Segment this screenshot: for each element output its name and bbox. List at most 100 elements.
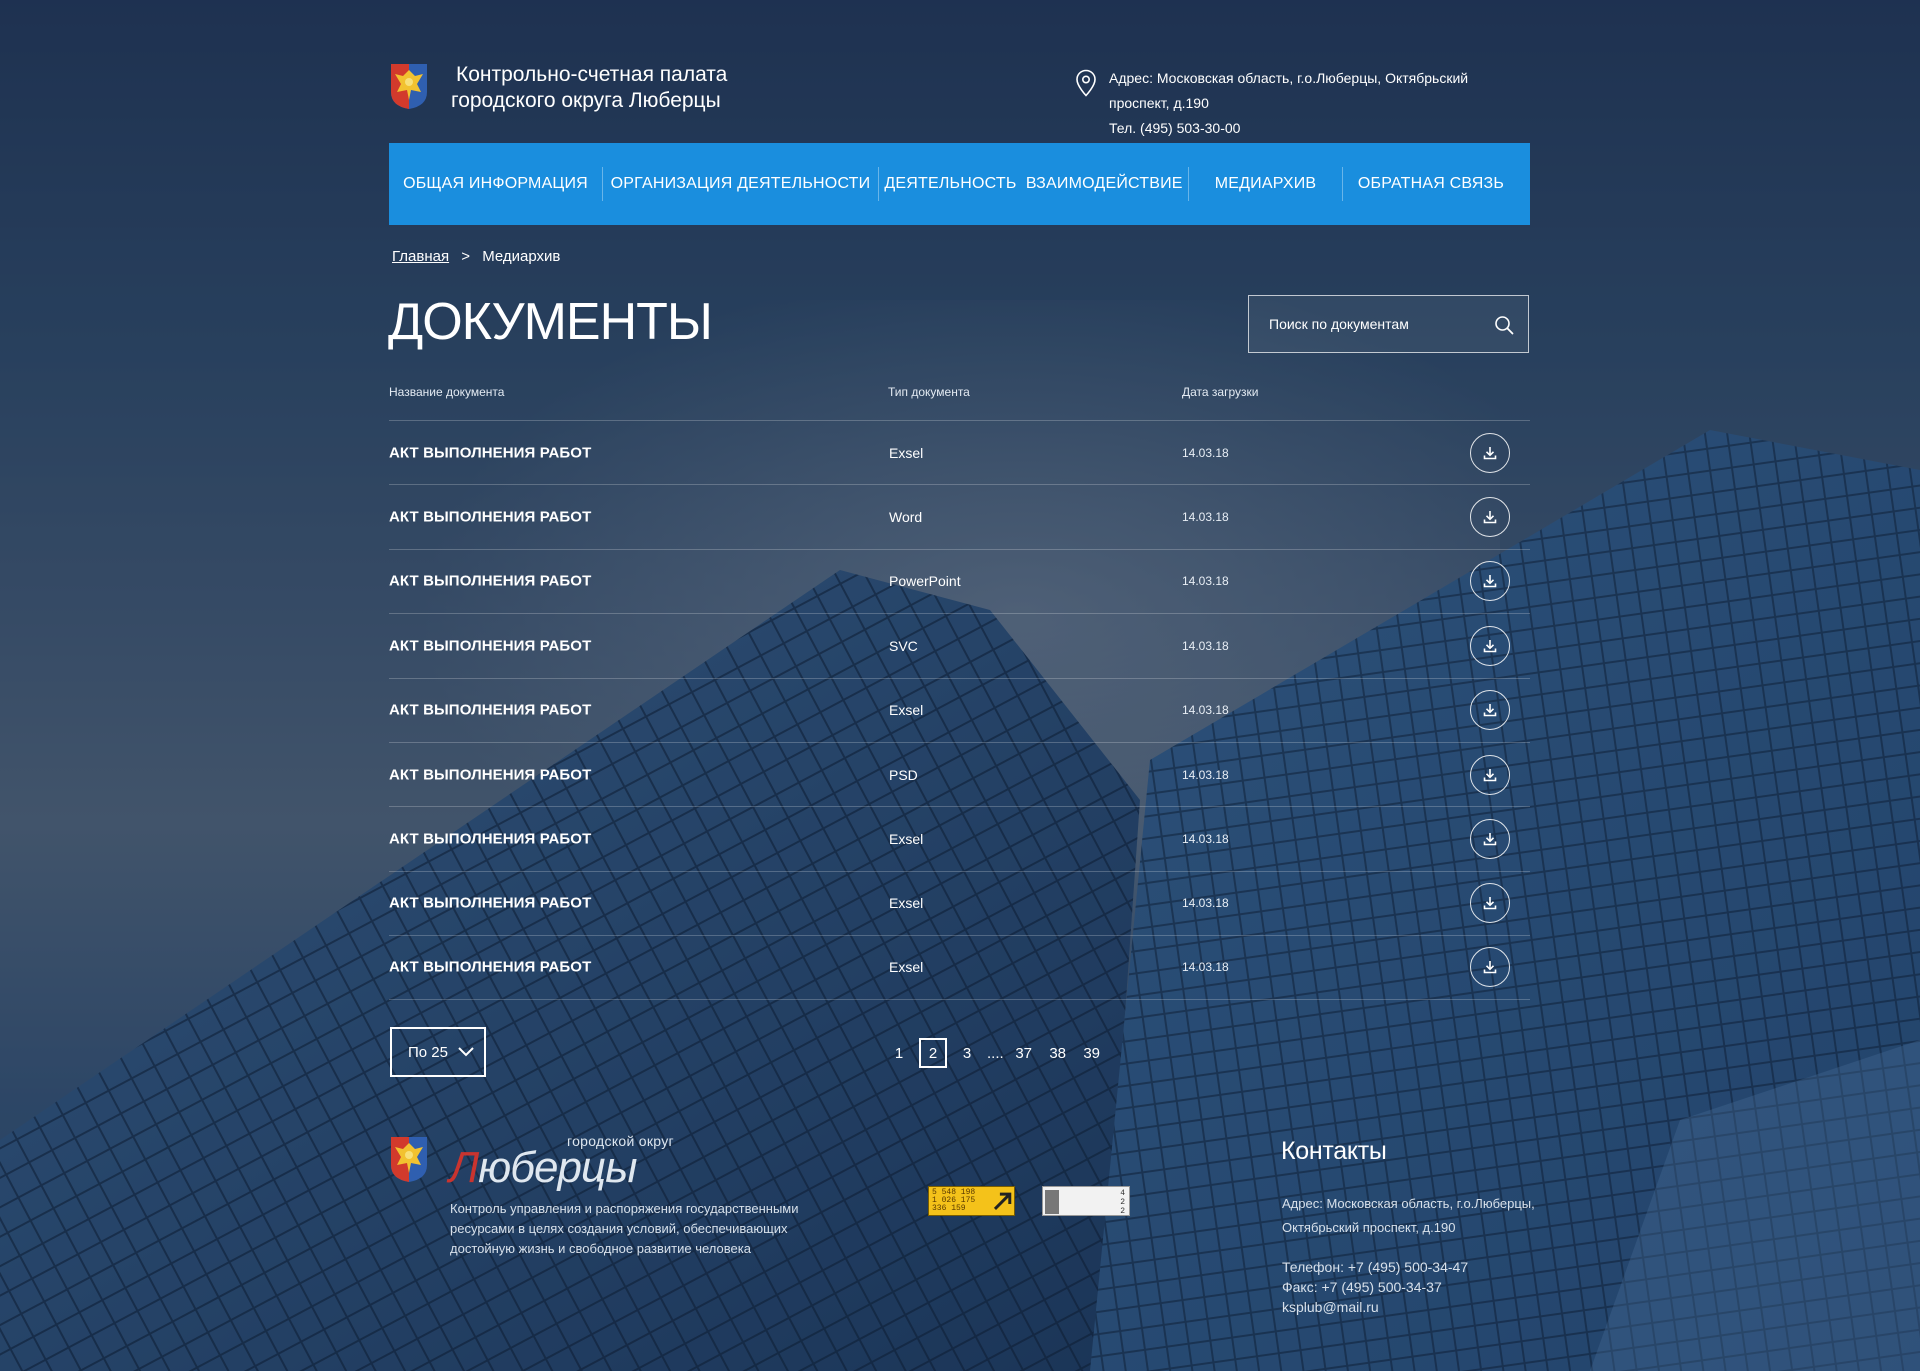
footer-description: Контроль управления и распоряжения госуд…	[450, 1201, 799, 1256]
per-page-value: По 25	[408, 1043, 448, 1061]
document-type: PSD	[889, 766, 918, 783]
document-date: 14.03.18	[1182, 510, 1229, 525]
document-name[interactable]: АКТ ВЫПОЛНЕНИЯ РАБОТ	[389, 895, 591, 912]
counter-arrow-icon	[994, 1192, 1012, 1210]
download-button[interactable]	[1470, 497, 1510, 538]
document-name[interactable]: АКТ ВЫПОЛНЕНИЯ РАБОТ	[389, 766, 591, 783]
document-type: Exsel	[889, 444, 924, 461]
pagination: 1 2 3.... 37 38 39	[885, 1038, 1112, 1068]
brand-first-letter: Л	[449, 1143, 479, 1192]
download-button[interactable]	[1470, 561, 1510, 602]
org-name[interactable]: Контрольно-счетная палата городского окр…	[451, 62, 727, 114]
contacts-address: Адрес: Московская область, г.о.Люберцы, …	[1282, 1196, 1535, 1235]
document-name[interactable]: АКТ ВЫПОЛНЕНИЯ РАБОТ	[389, 702, 591, 719]
download-icon	[1483, 511, 1497, 524]
breadcrumb-separator: >	[461, 248, 471, 265]
contacts-phone[interactable]: Телефон: +7 (495) 500-34-47	[1282, 1257, 1468, 1277]
header-address: Адрес: Московская область, г.о.Люберцы, …	[1109, 70, 1469, 111]
column-header-name: Название документа	[389, 385, 505, 399]
nav-item-activity[interactable]: ДЕЯТЕЛЬНОСТЬ ВЗАИМОДЕЙСТВИЕ	[879, 143, 1188, 225]
table-header: Название документа Тип документа Дата за…	[389, 380, 1530, 420]
table-row: АКТ ВЫПОЛНЕНИЯ РАБОТ Exsel 14.03.18	[389, 806, 1530, 870]
table-row: АКТ ВЫПОЛНЕНИЯ РАБОТ Exsel 14.03.18	[389, 935, 1530, 1000]
column-header-type: Тип документа	[888, 385, 970, 399]
main-nav: ОБЩАЯ ИНФОРМАЦИЯ ОРГАНИЗАЦИЯ ДЕЯТЕЛЬНОСТ…	[389, 143, 1530, 225]
download-icon	[1483, 704, 1497, 717]
table-row: АКТ ВЫПОЛНЕНИЯ РАБОТ PSD 14.03.18	[389, 741, 1530, 806]
table-row: АКТ ВЫПОЛНЕНИЯ РАБОТ Exsel 14.03.18	[389, 420, 1530, 484]
counter-numbers: 5 548 198 1 026 175 336 159	[929, 1189, 992, 1213]
nav-item-media-archive[interactable]: МЕДИАРХИВ	[1189, 143, 1342, 225]
counter-bar-icon	[1045, 1190, 1059, 1214]
org-name-line1: Контрольно-счетная палата	[456, 63, 728, 86]
breadcrumb-home-link[interactable]: Главная	[392, 248, 449, 265]
download-icon	[1483, 639, 1497, 653]
document-date: 14.03.18	[1182, 767, 1229, 782]
download-button[interactable]	[1470, 432, 1510, 473]
document-name[interactable]: АКТ ВЫПОЛНЕНИЯ РАБОТ	[389, 444, 591, 461]
document-name[interactable]: АКТ ВЫПОЛНЕНИЯ РАБОТ	[389, 573, 591, 590]
document-name[interactable]: АКТ ВЫПОЛНЕНИЯ РАБОТ	[389, 831, 591, 848]
page-link[interactable]: 3	[953, 1038, 981, 1068]
per-page-select[interactable]: По 25	[390, 1027, 486, 1077]
download-icon	[1483, 961, 1497, 974]
document-type: PowerPoint	[889, 573, 961, 590]
breadcrumb-current: Медиархив	[482, 248, 561, 265]
brand-wordmark: Люберцы	[449, 1143, 637, 1193]
table-row: АКТ ВЫПОЛНЕНИЯ РАБОТ PowerPoint 14.03.18	[389, 548, 1530, 613]
page-link[interactable]: 1	[885, 1038, 913, 1068]
download-button[interactable]	[1470, 819, 1510, 860]
page-link[interactable]: 37	[1010, 1038, 1038, 1068]
download-icon	[1483, 768, 1497, 781]
contacts-block: Телефон: +7 (495) 500-34-47 Факс: +7 (49…	[1282, 1257, 1468, 1317]
download-button[interactable]	[1470, 690, 1510, 731]
contacts-title: Контакты	[1281, 1137, 1387, 1165]
counter-numbers: 4 2 2	[1120, 1189, 1125, 1216]
column-header-date: Дата загрузки	[1182, 385, 1259, 399]
nav-item-feedback[interactable]: ОБРАТНАЯ СВЯЗЬ	[1343, 143, 1519, 225]
coat-of-arms-icon[interactable]	[389, 62, 429, 110]
download-button[interactable]	[1470, 754, 1510, 795]
breadcrumb: Главная > Медиархив	[392, 248, 560, 265]
document-date: 14.03.18	[1182, 896, 1229, 911]
header-phone[interactable]: Тел. (495) 503-30-00	[1109, 116, 1529, 141]
page-link[interactable]: 38	[1044, 1038, 1072, 1068]
chevron-down-icon	[458, 1047, 474, 1057]
counter-line: 336 159	[932, 1204, 966, 1213]
nav-item-organization[interactable]: ОРГАНИЗАЦИЯ ДЕЯТЕЛЬНОСТИ	[603, 143, 878, 225]
download-icon	[1483, 446, 1497, 459]
download-button[interactable]	[1470, 883, 1510, 924]
download-icon	[1483, 575, 1497, 588]
download-icon	[1483, 833, 1497, 846]
page-title: ДОКУМЕНТЫ	[388, 293, 713, 351]
document-date: 14.03.18	[1182, 638, 1229, 653]
document-date: 14.03.18	[1182, 574, 1229, 589]
download-button[interactable]	[1470, 625, 1510, 666]
page-link[interactable]: 39	[1078, 1038, 1106, 1068]
document-name[interactable]: АКТ ВЫПОЛНЕНИЯ РАБОТ	[389, 959, 591, 976]
table-row: АКТ ВЫПОЛНЕНИЯ РАБОТ Exsel 14.03.18	[389, 677, 1530, 742]
search-icon[interactable]	[1494, 315, 1514, 335]
page-link[interactable]: 2	[919, 1038, 947, 1068]
document-date: 14.03.18	[1182, 703, 1229, 718]
download-button[interactable]	[1470, 947, 1510, 988]
search-input[interactable]	[1249, 296, 1489, 352]
site-header: Контрольно-счетная палата городского окр…	[389, 60, 1529, 136]
contacts-email[interactable]: ksplub@mail.ru	[1282, 1297, 1468, 1317]
stats-counter-badge[interactable]: 4 2 2	[1042, 1186, 1130, 1216]
coat-of-arms-icon	[391, 1137, 427, 1182]
document-type: SVC	[889, 637, 918, 654]
nav-item-general-info[interactable]: ОБЩАЯ ИНФОРМАЦИЯ	[389, 143, 602, 225]
table-body: АКТ ВЫПОЛНЕНИЯ РАБОТ Exsel 14.03.18 АКТ ВЫП…	[389, 420, 1530, 1000]
visit-counter-badge[interactable]: 5 548 198 1 026 175 336 159	[928, 1186, 1015, 1216]
map-pin-icon	[1076, 69, 1096, 97]
document-type: Exsel	[889, 702, 924, 719]
download-icon	[1483, 897, 1497, 910]
brand-rest: юберцы	[478, 1143, 637, 1192]
header-contacts: Адрес: Московская область, г.о.Люберцы, …	[1109, 66, 1529, 141]
document-name[interactable]: АКТ ВЫПОЛНЕНИЯ РАБОТ	[389, 637, 591, 654]
document-date: 14.03.18	[1182, 445, 1229, 460]
search-box	[1248, 295, 1529, 353]
documents-table: Название документа Тип документа Дата за…	[389, 380, 1530, 1000]
document-name[interactable]: АКТ ВЫПОЛНЕНИЯ РАБОТ	[389, 509, 591, 526]
